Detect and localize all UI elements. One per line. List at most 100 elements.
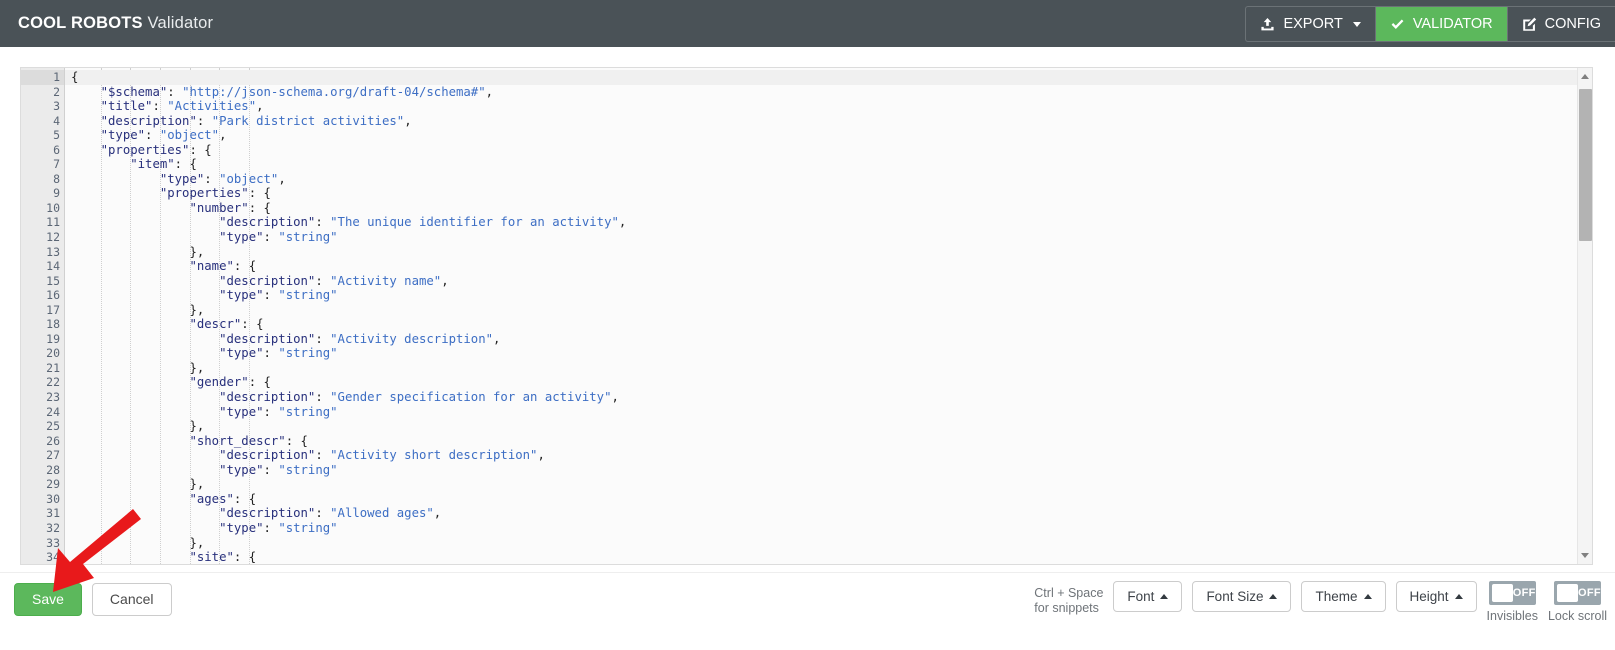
line-number: 31 [46,506,60,521]
scroll-down-arrow-icon[interactable] [1581,553,1589,558]
chevron-up-icon [1363,594,1372,599]
code-line: }, [71,419,205,434]
line-number: 14 [21,259,73,274]
check-icon [1390,17,1405,32]
code-line: "type": "object", [100,128,227,143]
code-line: "gender": { [189,375,271,390]
invisibles-toggle-group: OFF Invisibles [1487,581,1538,623]
line-number: 9 [21,186,73,201]
code-line: "description": "Activity short descripti… [219,448,545,463]
line-number: 17 [46,302,60,317]
theme-button[interactable]: Theme [1301,581,1386,612]
font-size-button-label: Font Size [1206,589,1264,604]
invisibles-toggle-state: OFF [1512,587,1536,599]
app-brand: COOL ROBOTS Validator [18,14,213,33]
code-line: "title": "Activities", [100,99,264,114]
line-number: 6 [21,143,73,158]
code-line: "name": { [189,259,257,274]
code-line: "site": { [189,550,257,564]
app-header: COOL ROBOTS Validator EXPORT VALIDATOR C… [0,0,1615,47]
upload-icon [1260,17,1275,32]
toggle-knob [1556,584,1578,602]
line-number: 16 [46,288,60,303]
cancel-button[interactable]: Cancel [91,583,172,616]
nav-button-config[interactable]: CONFIG [1508,7,1615,41]
code-line: "short_descr": { [189,433,308,448]
code-line: "type": "string" [219,230,338,245]
font-size-button[interactable]: Font Size [1192,581,1292,612]
nav-label-config: CONFIG [1544,16,1601,32]
nav-label-export: EXPORT [1283,16,1343,32]
snippet-hint: Ctrl + Space for snippets [1034,581,1103,616]
scroll-up-arrow-icon[interactable] [1581,74,1589,79]
line-number-gutter: 1 2 3 4 5 6 7 8 9 10 11 12 13 14 15 16 17 18 19 20 21 22 23 24 2… [21,68,73,564]
code-line: { [65,70,1592,85]
line-number: 10 [21,201,73,216]
code-line: "description": "Activity description", [219,331,501,346]
invisibles-toggle-label: Invisibles [1486,609,1538,623]
lock-scroll-toggle[interactable]: OFF [1553,581,1601,605]
height-button-label: Height [1409,589,1449,604]
chevron-up-icon [1454,594,1463,599]
line-number: 11 [46,215,60,230]
font-button[interactable]: Font [1113,581,1183,612]
code-line: "type": "string" [219,462,338,477]
code-line: "type": "string" [219,520,338,535]
line-number: 29 [46,477,60,492]
editor-vertical-scrollbar[interactable] [1577,68,1592,564]
code-content-area[interactable]: { "$schema": "http://json-schema.org/dra… [65,68,1592,564]
code-line: }, [71,535,205,550]
nav-button-export[interactable]: EXPORT [1246,7,1376,41]
lock-scroll-toggle-group: OFF Lock scroll [1548,581,1607,623]
height-button[interactable]: Height [1395,581,1477,612]
line-number: 22 [21,375,73,390]
code-editor[interactable]: 1 2 3 4 5 6 7 8 9 10 11 12 13 14 15 16 17 18 19 20 21 22 23 24 2… [20,67,1593,565]
invisibles-toggle[interactable]: OFF [1488,581,1536,605]
theme-button-label: Theme [1315,589,1358,604]
line-number: 20 [46,346,60,361]
line-number: 12 [46,230,60,245]
line-number: 7 [21,157,73,172]
line-number: 27 [46,448,60,463]
code-line: }, [71,244,205,259]
scrollbar-thumb[interactable] [1579,89,1592,241]
chevron-down-icon [1352,21,1361,27]
snippet-hint-line2: for snippets [1034,601,1099,615]
line-number: 13 [46,244,60,259]
code-line: "type": "string" [219,346,338,361]
code-line: "description": "Activity name", [219,273,449,288]
line-number: 24 [46,404,60,419]
line-number: 28 [46,462,60,477]
header-nav-group: EXPORT VALIDATOR CONFIG [1245,6,1615,42]
line-number: 32 [46,520,60,535]
chevron-up-icon [1160,594,1169,599]
line-number: 33 [46,535,60,550]
line-number: 26 [21,434,73,449]
footer-toolbar: Save Cancel Ctrl + Space for snippets Fo… [0,572,1615,650]
code-line: "descr": { [189,317,264,332]
code-line: "item": { [130,157,197,172]
lock-scroll-toggle-state: OFF [1578,587,1601,599]
code-line: "description": "Gender specification for… [219,390,619,405]
editor-settings-toolbar: Ctrl + Space for snippets Font Font Size… [1034,581,1607,623]
line-number: 23 [46,390,60,405]
code-line: "type": "string" [219,404,338,419]
line-number: 2 [53,84,60,99]
line-number: 4 [53,113,60,128]
pencil-square-icon [1522,17,1537,32]
line-number: 30 [21,492,73,507]
lock-scroll-toggle-label: Lock scroll [1547,609,1607,623]
code-line: }, [71,302,205,317]
code-line: }, [71,477,205,492]
font-button-label: Font [1127,589,1155,604]
save-button[interactable]: Save [14,583,82,616]
snippet-hint-line1: Ctrl + Space [1034,586,1104,600]
code-line: "$schema": "http://json-schema.org/draft… [100,84,494,99]
chevron-up-icon [1269,594,1278,599]
code-line: "number": { [189,200,271,215]
line-number: 3 [53,99,60,114]
brand-subtitle: Validator [147,14,214,32]
nav-button-validator[interactable]: VALIDATOR [1375,7,1508,41]
code-line: "type": "object", [159,171,286,186]
line-number: 21 [46,360,60,375]
